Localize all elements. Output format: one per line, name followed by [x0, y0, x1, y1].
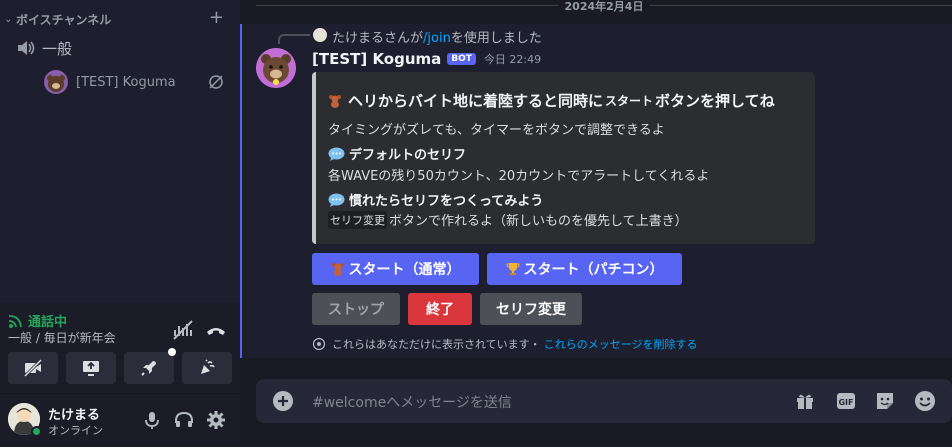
sticker-icon[interactable]: [874, 390, 896, 412]
channel-list: ⌄ ボイスチャンネル + 一般 [TEST] Koguma: [0, 0, 240, 303]
channel-sidebar: ⌄ ボイスチャンネル + 一般 [TEST] Koguma 通話中 一般 / 毎…: [0, 0, 240, 447]
embed-title-start: スタート: [605, 94, 654, 108]
reply-avatar[interactable]: [313, 28, 327, 42]
teddy-bear-icon: [329, 94, 341, 108]
member-name: [TEST] Koguma: [76, 74, 176, 90]
reply-command[interactable]: /join: [423, 31, 451, 46]
chevron-down-icon: ⌄: [4, 13, 13, 25]
start-normal-label: スタート（通常）: [348, 262, 461, 278]
gif-icon[interactable]: GIF: [835, 390, 857, 412]
delete-messages-link[interactable]: これらのメッセージを削除する: [544, 336, 698, 352]
screen-share-icon: [83, 361, 99, 376]
add-channel-icon[interactable]: +: [209, 7, 224, 28]
rocket-icon: [141, 361, 156, 376]
message-embed: ヘリからバイト地に着陸すると同時に スタート ボタンを押してね タイミングがズレ…: [312, 72, 815, 244]
interaction-reply[interactable]: たけまるさんが/joinを使用しました: [332, 27, 542, 46]
connection-channel[interactable]: 一般 / 毎日が新年会: [8, 329, 116, 346]
end-button[interactable]: 終了: [408, 293, 472, 325]
gear-icon[interactable]: [205, 409, 227, 431]
connection-status-text: 通話中: [28, 315, 68, 330]
field2-name-text: 慣れたらセリフをつくってみよう: [349, 194, 544, 209]
stream-off-icon: [209, 75, 223, 89]
message-timestamp[interactable]: 今日 22:49: [484, 51, 541, 67]
connection-status[interactable]: 通話中: [8, 311, 67, 330]
voice-action-buttons: [8, 348, 232, 384]
embed-field-value: セリフ変更 ボタンで作れるよ（新しいものを優先して上書き）: [328, 210, 688, 229]
eye-icon: [312, 338, 326, 350]
speech-bubble-icon: [328, 193, 345, 207]
voice-category-header[interactable]: ⌄ ボイスチャンネル +: [4, 7, 232, 29]
avatar: [44, 70, 68, 94]
message-author[interactable]: [TEST] Koguma: [312, 50, 441, 68]
plus-circle-icon[interactable]: [272, 390, 294, 412]
headphones-icon[interactable]: [173, 409, 195, 431]
teddy-bear-icon: [331, 263, 344, 276]
category-label: ボイスチャンネル: [16, 12, 112, 27]
start-normal-button[interactable]: スタート（通常）: [312, 253, 479, 285]
message-composer: #welcomeへメッセージを送信 GIF: [256, 379, 952, 423]
field1-name-text: デフォルトのセリフ: [349, 148, 467, 163]
emoji-icon[interactable]: [914, 390, 936, 412]
soundboard-button[interactable]: [182, 352, 232, 384]
message-input[interactable]: #welcomeへメッセージを送信: [312, 392, 512, 412]
field2-value-text: ボタンで作れるよ（新しいものを優先して上書き）: [389, 214, 688, 229]
date-divider: 2024年2月4日: [256, 0, 952, 14]
speech-bubble-icon: [328, 147, 345, 161]
username[interactable]: たけまる: [48, 404, 100, 423]
serif-change-button[interactable]: セリフ変更: [480, 293, 582, 325]
embed-title-post: ボタンを押してね: [655, 92, 775, 110]
avatar[interactable]: [256, 48, 296, 88]
inline-code: セリフ変更: [328, 210, 387, 229]
bot-tag: BOT: [447, 53, 476, 65]
mention-bar: [240, 24, 242, 358]
ephemeral-text: これらはあなただけに表示されています・: [332, 338, 541, 351]
embed-title-text: ヘリからバイト地に着陸すると同時に: [348, 92, 604, 110]
embed-field-name: デフォルトのセリフ: [328, 144, 466, 163]
notification-dot: [168, 348, 176, 356]
noise-suppression-icon[interactable]: [171, 318, 195, 342]
embed-field-value: 各WAVEの残り50カウント、20カウントでアラートしてくれるよ: [328, 169, 710, 184]
activities-button[interactable]: [124, 348, 176, 384]
camera-off-icon: [23, 358, 43, 378]
camera-button[interactable]: [8, 352, 58, 384]
user-status-text: オンライン: [48, 424, 103, 437]
stop-button[interactable]: ストップ: [312, 293, 400, 325]
gift-icon[interactable]: [794, 390, 816, 412]
microphone-icon[interactable]: [141, 409, 163, 431]
voice-channel-name: 一般: [42, 39, 73, 58]
user-panel: たけまる オンライン: [0, 394, 240, 447]
voice-member[interactable]: [TEST] Koguma: [44, 70, 232, 94]
reply-spine: [278, 34, 310, 44]
signal-icon: [8, 314, 22, 328]
embed-title: ヘリからバイト地に着陸すると同時に スタート ボタンを押してね: [328, 90, 775, 111]
embed-field-name: 慣れたらセリフをつくってみよう: [328, 190, 543, 209]
speaker-icon: [18, 41, 35, 55]
voice-channel-general[interactable]: 一般: [16, 37, 72, 59]
embed-description: タイミングがズレても、タイマーをボタンで調整できるよ: [328, 123, 665, 138]
voice-connection-panel: 通話中 一般 / 毎日が新年会: [0, 303, 240, 394]
soundboard-icon: [201, 359, 215, 374]
reply-suffix: を使用しました: [450, 31, 542, 46]
trophy-icon: [505, 263, 520, 275]
online-status-dot: [31, 426, 42, 437]
reply-user: たけまるさんが: [332, 31, 424, 46]
disconnect-icon[interactable]: [204, 318, 228, 342]
discord-window: ⌄ ボイスチャンネル + 一般 [TEST] Koguma 通話中 一般 / 毎…: [0, 0, 952, 447]
start-pachi-label: スタート（パチコン）: [523, 262, 664, 278]
screen-share-button[interactable]: [66, 352, 116, 384]
ephemeral-notice: これらはあなただけに表示されています・ これらのメッセージを削除する: [312, 336, 697, 352]
chat-area: 2024年2月4日 たけまるさんが/joinを使用しました [TEST] Kog…: [240, 0, 952, 447]
start-pachi-button[interactable]: スタート（パチコン）: [487, 253, 682, 285]
message-header: [TEST] Koguma BOT 今日 22:49: [312, 50, 541, 68]
svg-text:GIF: GIF: [838, 398, 853, 407]
date-divider-label: 2024年2月4日: [558, 0, 650, 14]
